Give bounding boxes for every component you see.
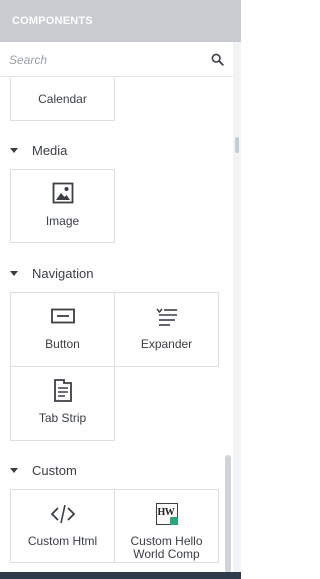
component-tile-custom-html[interactable]: Custom Html <box>10 489 115 563</box>
tab-strip-icon <box>53 379 72 402</box>
component-label: Calendar <box>38 92 87 106</box>
components-list: Calendar Media Image Navigation Button E… <box>0 78 233 572</box>
scrollbar-track[interactable] <box>233 42 241 572</box>
component-tile-tab-strip[interactable]: Tab Strip <box>10 366 115 441</box>
search-input[interactable] <box>9 51 199 69</box>
component-label: Image <box>45 214 80 228</box>
caret-down-icon <box>10 148 18 153</box>
button-icon <box>50 308 75 324</box>
search-icon[interactable] <box>211 53 224 66</box>
scrollbar-thumb[interactable] <box>235 137 239 153</box>
component-tile-button[interactable]: Button <box>10 292 115 367</box>
list-scrollbar-thumb[interactable] <box>225 455 231 573</box>
caret-down-icon <box>10 271 18 276</box>
image-icon <box>52 182 73 204</box>
section-label: Navigation <box>32 266 94 281</box>
panel-title: COMPONENTS <box>12 15 93 27</box>
panel-header: COMPONENTS <box>0 0 241 42</box>
expander-icon <box>155 308 177 326</box>
component-tile-expander[interactable]: Expander <box>114 292 219 367</box>
component-label: Custom Hello World Comp <box>130 534 203 561</box>
component-tile-calendar[interactable]: Calendar <box>10 78 115 121</box>
component-tile-image[interactable]: Image <box>10 169 115 243</box>
component-tile-custom-hello-world[interactable]: HW Custom Hello World Comp <box>114 489 219 563</box>
search-bar <box>0 42 233 77</box>
bottom-bar <box>0 572 241 579</box>
badge-icon <box>169 517 178 525</box>
section-label: Custom <box>32 463 77 478</box>
hello-world-icon: HW <box>155 503 178 525</box>
caret-down-icon <box>10 468 18 473</box>
component-label: Tab Strip <box>38 411 87 425</box>
component-label: Custom Html <box>27 534 98 548</box>
code-icon <box>50 504 75 524</box>
component-label: Expander <box>140 337 193 351</box>
component-label: Button <box>45 337 80 351</box>
section-label: Media <box>32 143 68 158</box>
